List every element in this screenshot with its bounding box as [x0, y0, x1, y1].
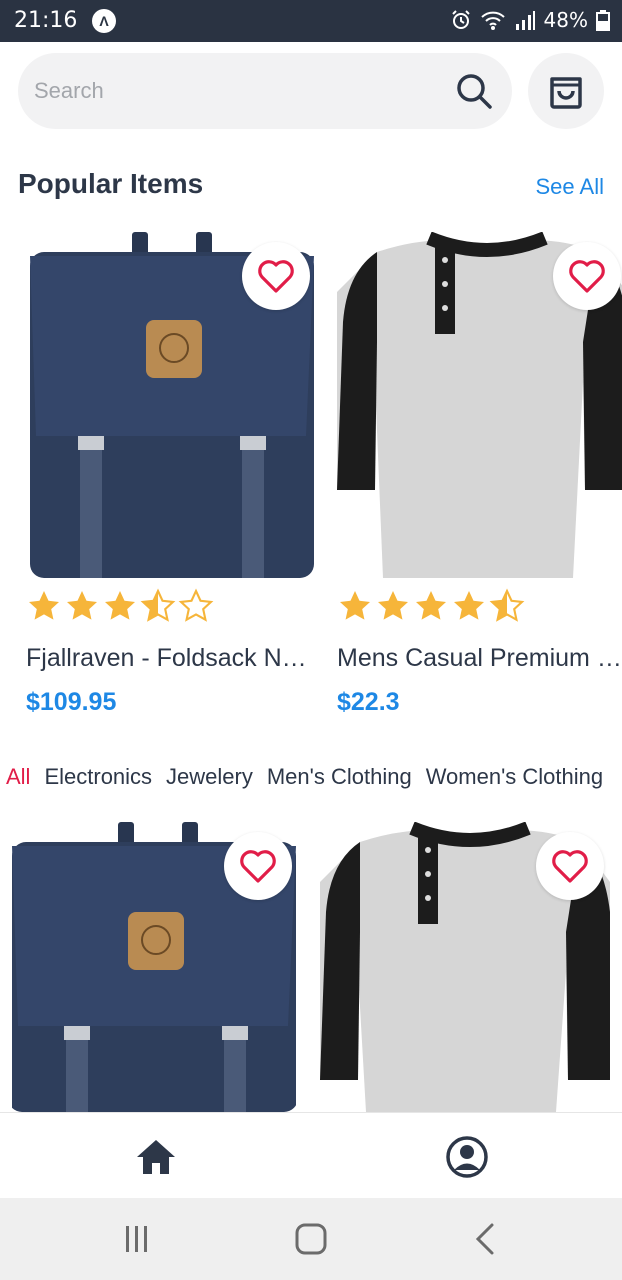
favorite-button[interactable] [242, 242, 310, 310]
see-all-link[interactable]: See All [536, 174, 605, 200]
star-icon [378, 591, 408, 620]
alarm-icon [451, 10, 470, 29]
system-navigation-bar [0, 1198, 622, 1280]
search-input[interactable] [34, 71, 434, 111]
category-tab-jewelery[interactable]: Jewelery [166, 764, 253, 790]
category-tab-all[interactable]: All [6, 764, 30, 790]
star-icon [454, 591, 484, 620]
rating-stars [26, 588, 214, 624]
shopping-bag-icon [550, 77, 582, 109]
signal-icon [515, 11, 535, 30]
product-card[interactable]: Mens Casual Premium Slim Fit T-Shirts $2… [337, 232, 622, 722]
bottom-nav [0, 1112, 622, 1198]
product-name: Fjallraven - Foldsack No. 1 Backpack [26, 644, 316, 672]
category-tabs: All Electronics Jewelery Men's Clothing Wome… [0, 764, 622, 804]
recent-apps-icon[interactable] [122, 1224, 152, 1254]
heart-icon [258, 260, 294, 293]
product-card[interactable]: Fjallraven - Foldsack No. 1 Backpack $10… [26, 232, 316, 722]
star-icon [105, 591, 135, 620]
product-price: $109.95 [26, 688, 117, 716]
rating-stars [337, 588, 525, 624]
battery-percent: 48% [543, 8, 588, 32]
search-icon[interactable] [454, 71, 494, 111]
user-circle-icon[interactable] [445, 1135, 489, 1179]
favorite-button[interactable] [553, 242, 621, 310]
heart-icon [240, 850, 276, 883]
star-outline-icon [178, 588, 214, 622]
heart-icon [569, 260, 605, 293]
app-notification-icon: Λ [92, 9, 116, 33]
popular-items-title: Popular Items [18, 168, 204, 199]
star-icon [29, 591, 59, 620]
wifi-icon [480, 11, 505, 30]
status-time: 21:16 [14, 8, 78, 33]
favorite-button[interactable] [536, 832, 604, 900]
favorite-button[interactable] [224, 832, 292, 900]
battery-icon [596, 10, 610, 31]
category-tab-electronics[interactable]: Electronics [44, 764, 152, 790]
grid-product-card[interactable] [320, 822, 610, 1112]
home-icon[interactable] [135, 1137, 177, 1177]
cart-button[interactable] [528, 53, 604, 129]
star-icon [416, 591, 446, 620]
home-nav-icon[interactable] [294, 1222, 328, 1256]
product-price: $22.3 [337, 688, 400, 716]
back-icon[interactable] [472, 1222, 498, 1256]
category-tab-womens-clothing[interactable]: Women's Clothing [426, 764, 603, 790]
star-icon [67, 591, 97, 620]
product-name: Mens Casual Premium Slim Fit T-Shirts [337, 644, 622, 672]
search-bar[interactable] [18, 53, 512, 129]
star-half-icon [140, 588, 176, 622]
star-icon [340, 591, 370, 620]
category-tab-mens-clothing[interactable]: Men's Clothing [267, 764, 412, 790]
star-half-icon [489, 588, 525, 622]
status-bar: 21:16 Λ 48% [0, 0, 622, 42]
grid-product-card[interactable] [8, 822, 298, 1112]
heart-icon [552, 850, 588, 883]
